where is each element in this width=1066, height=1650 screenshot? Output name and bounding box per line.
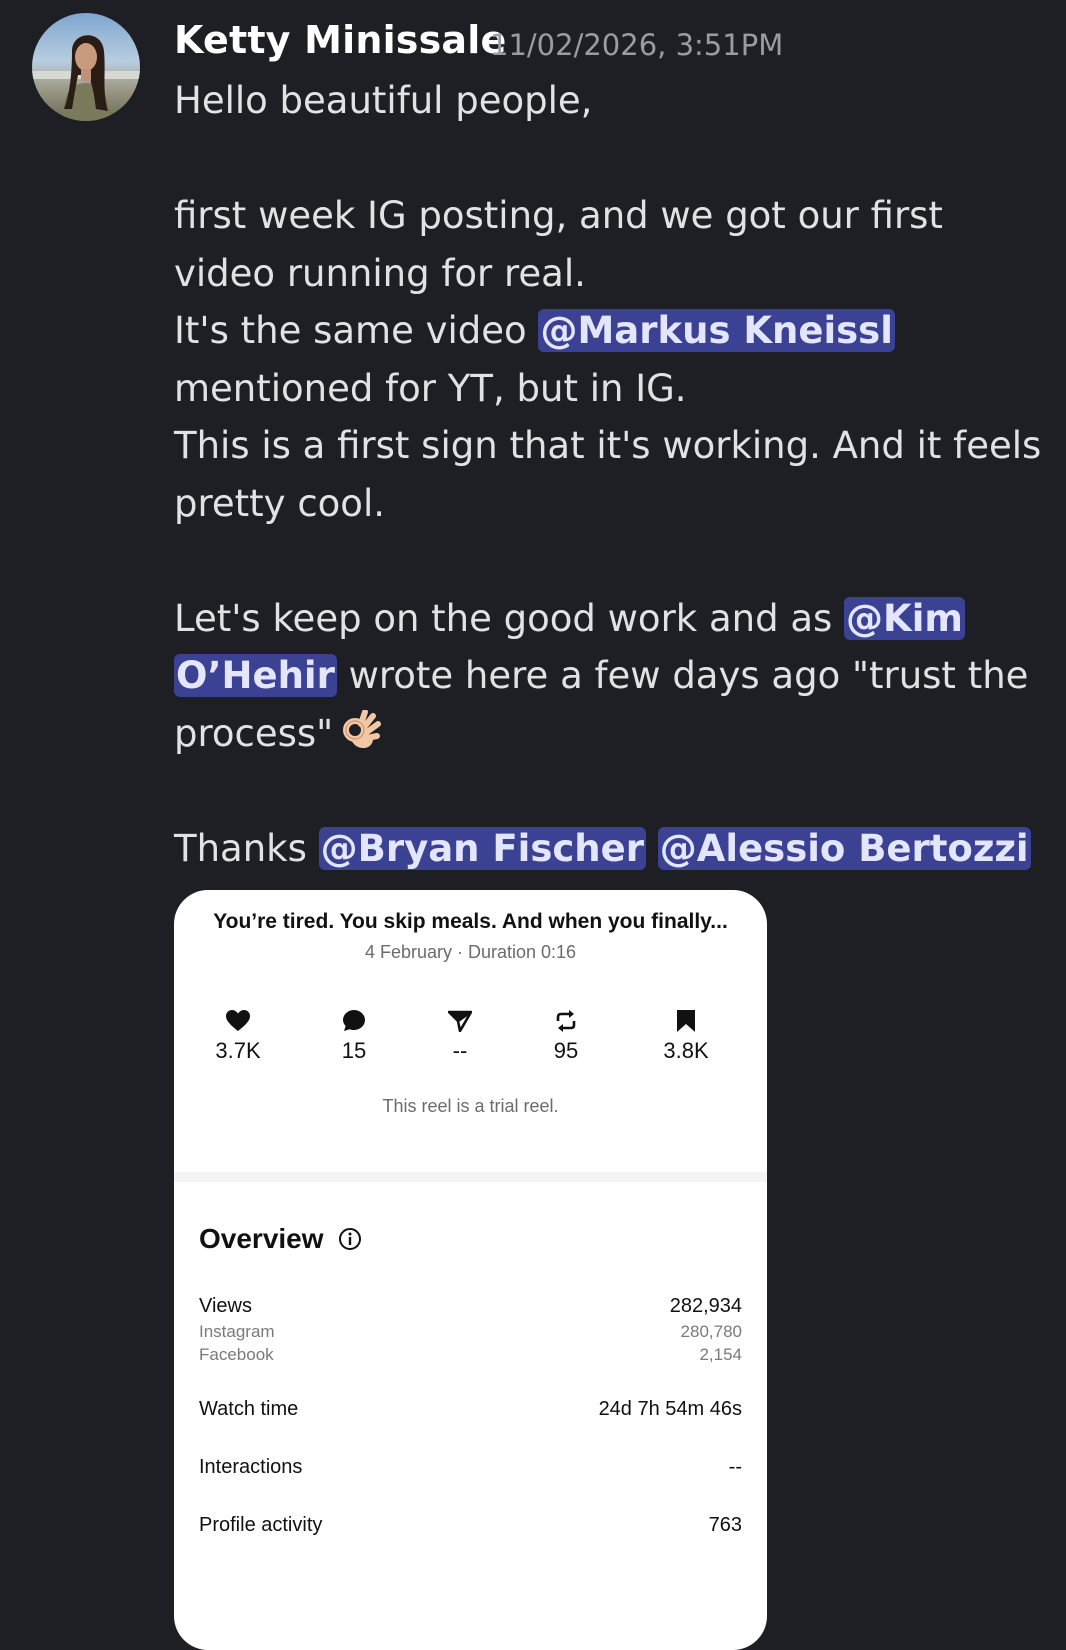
author-avatar[interactable] — [32, 13, 140, 121]
mention-markus-kneissl[interactable]: @Markus Kneissl — [538, 309, 895, 352]
trial-reel-note: This reel is a trial reel. — [382, 1096, 559, 1116]
message-text: It's the same video — [174, 309, 539, 352]
message-text: process" — [174, 711, 334, 755]
reposts-stat: 95 — [526, 1008, 606, 1064]
message-line: first week IG posting, and we got our fi… — [174, 194, 943, 237]
overview-heading: Overview — [199, 1223, 362, 1255]
bookmark-icon — [646, 1008, 726, 1034]
message-line: This is a first sign that it's working. … — [174, 424, 1042, 467]
reposts-count: 95 — [553, 1038, 579, 1063]
message-line: Thanks @Bryan Fischer @Alessio Bertozzi — [174, 820, 1054, 878]
message-text: Thanks — [174, 826, 319, 870]
profile-activity-label: Profile activity — [199, 1514, 323, 1536]
comments-stat: 15 — [314, 1008, 394, 1064]
message-line: mentioned for YT, but in IG. — [174, 366, 687, 410]
shares-count: -- — [452, 1038, 468, 1063]
saves-stat: 3.8K — [646, 1008, 726, 1064]
shares-stat: -- — [420, 1008, 500, 1064]
likes-stat: 3.7K — [198, 1008, 278, 1064]
mention-kim-ohehir[interactable]: @Kim — [844, 596, 965, 640]
comments-count: 15 — [341, 1038, 367, 1063]
likes-count: 3.7K — [215, 1038, 261, 1063]
profile-activity-value: 763 — [708, 1514, 742, 1536]
reel-insights-image[interactable]: You’re tired. You skip meals. And when y… — [174, 890, 767, 1650]
saves-count: 3.8K — [663, 1038, 709, 1063]
message-line: Hello beautiful people, — [174, 79, 593, 122]
message-text: Let's keep on the good work and as — [174, 596, 845, 640]
message-body: Hello beautiful people, first week IG po… — [174, 72, 1054, 877]
message-timestamp: 11/02/2026, 3:51PM — [490, 28, 784, 62]
reel-caption: You’re tired. You skip meals. And when y… — [213, 910, 728, 933]
message-text: wrote here a few days ago "trust the — [336, 654, 1029, 697]
message-line: Let's keep on the good work and as @Kim — [174, 590, 1054, 648]
watch-time-label: Watch time — [199, 1398, 299, 1420]
overview-title: Overview — [199, 1223, 324, 1254]
message-line: video running for real. — [174, 251, 586, 295]
views-label: Views — [199, 1295, 252, 1317]
info-icon[interactable] — [338, 1227, 362, 1251]
comment-icon — [314, 1008, 394, 1034]
repost-icon — [526, 1008, 606, 1034]
watch-time-value: 24d 7h 54m 46s — [598, 1398, 742, 1420]
author-name[interactable]: Ketty Minissale — [174, 18, 506, 62]
mention-bryan-fischer[interactable]: @Bryan Fischer — [318, 826, 646, 870]
interactions-value: -- — [728, 1456, 742, 1478]
interactions-label: Interactions — [199, 1456, 303, 1478]
ok-hand-emoji — [341, 708, 383, 771]
mention-alessio-bertozzi[interactable]: @Alessio Bertozzi — [657, 826, 1031, 870]
message-line: It's the same video @Markus Kneissl — [174, 302, 1054, 360]
reel-date-duration: 4 February · Duration 0:16 — [364, 942, 577, 962]
heart-icon — [198, 1008, 278, 1034]
facebook-value: 2,154 — [699, 1345, 742, 1364]
message-line: pretty cool. — [174, 481, 385, 525]
reel-stats: 3.7K 15 -- 95 3.8K — [174, 1008, 767, 1078]
section-divider — [174, 1172, 767, 1182]
share-icon — [420, 1008, 500, 1034]
instagram-value: 280,780 — [680, 1322, 742, 1341]
instagram-label: Instagram — [199, 1322, 275, 1341]
message-line: O’Hehir wrote here a few days ago "trust… — [174, 647, 1054, 705]
message-line: process" — [174, 705, 1054, 763]
facebook-label: Facebook — [199, 1345, 274, 1364]
views-value: 282,934 — [669, 1295, 742, 1317]
mention-kim-ohehir[interactable]: O’Hehir — [174, 654, 337, 697]
